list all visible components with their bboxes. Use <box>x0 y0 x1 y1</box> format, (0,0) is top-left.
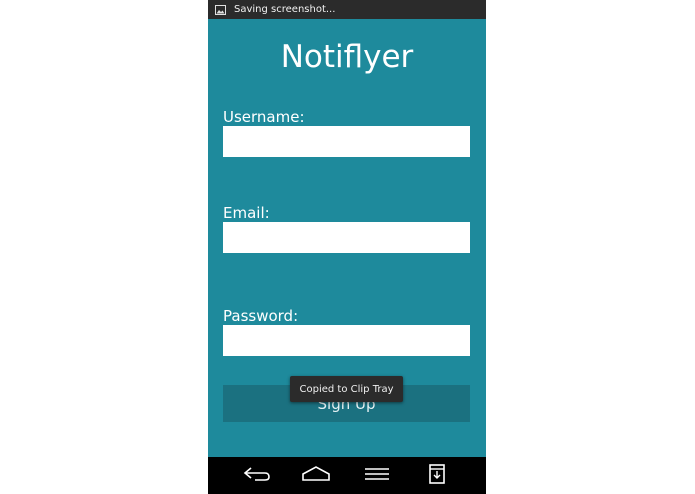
password-input[interactable] <box>223 325 470 356</box>
back-icon <box>243 466 271 486</box>
menu-button[interactable] <box>352 457 402 494</box>
image-icon <box>215 4 226 15</box>
status-bar: Saving screenshot... <box>208 0 486 19</box>
navigation-bar <box>208 457 486 494</box>
email-label: Email: <box>223 204 270 222</box>
username-input[interactable] <box>223 126 470 157</box>
menu-icon <box>364 466 390 485</box>
home-button[interactable] <box>291 457 341 494</box>
back-button[interactable] <box>232 457 282 494</box>
toast-text: Copied to Clip Tray <box>299 383 394 395</box>
phone-screen: Saving screenshot... Notiflyer Username:… <box>208 0 486 494</box>
username-label: Username: <box>223 108 305 126</box>
home-icon <box>302 465 330 486</box>
clip-tray-button[interactable] <box>412 457 462 494</box>
email-input[interactable] <box>223 222 470 253</box>
status-notification-text: Saving screenshot... <box>234 4 336 15</box>
toast-message: Copied to Clip Tray <box>290 376 403 402</box>
app-title: Notiflyer <box>280 39 414 75</box>
password-label: Password: <box>223 307 299 325</box>
clip-tray-icon <box>429 463 445 488</box>
